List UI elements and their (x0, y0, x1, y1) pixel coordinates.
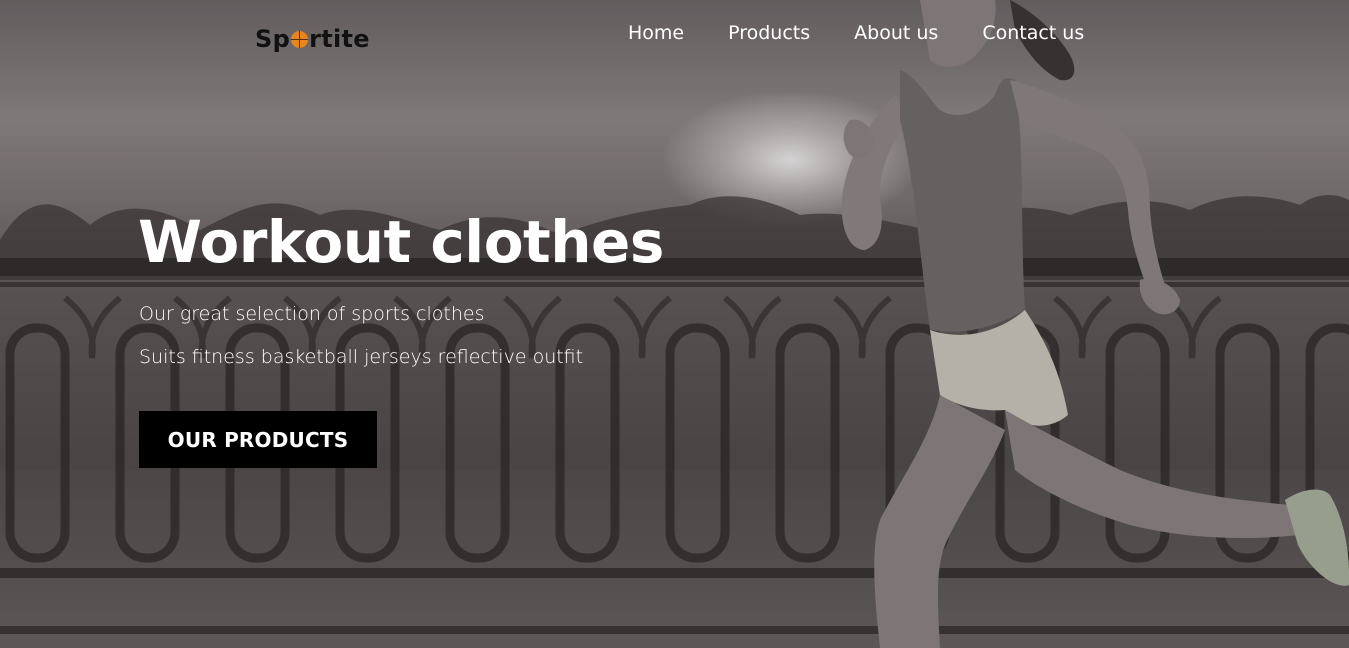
brand-name-suffix: rtite (309, 25, 370, 53)
hero-subtitle-2: Suits fitness basketball jerseys reflect… (139, 346, 584, 368)
nav-about-link[interactable]: About us (854, 22, 938, 44)
nav-products-link[interactable]: Products (728, 22, 810, 44)
brand-logo[interactable]: Sp rtite (255, 25, 370, 53)
basketball-icon (291, 31, 309, 48)
brand-name-prefix: Sp (255, 25, 291, 53)
hero-section: Sp rtite Home Products About us Contact u… (0, 0, 1349, 648)
main-nav: Home Products About us Contact us (628, 22, 1084, 44)
nav-contact-link[interactable]: Contact us (982, 22, 1084, 44)
hero-subtitle-1: Our great selection of sports clothes (139, 303, 485, 325)
hero-headline: Workout clothes (138, 208, 664, 276)
nav-home-link[interactable]: Home (628, 22, 684, 44)
our-products-button[interactable]: OUR PRODUCTS (139, 411, 377, 468)
